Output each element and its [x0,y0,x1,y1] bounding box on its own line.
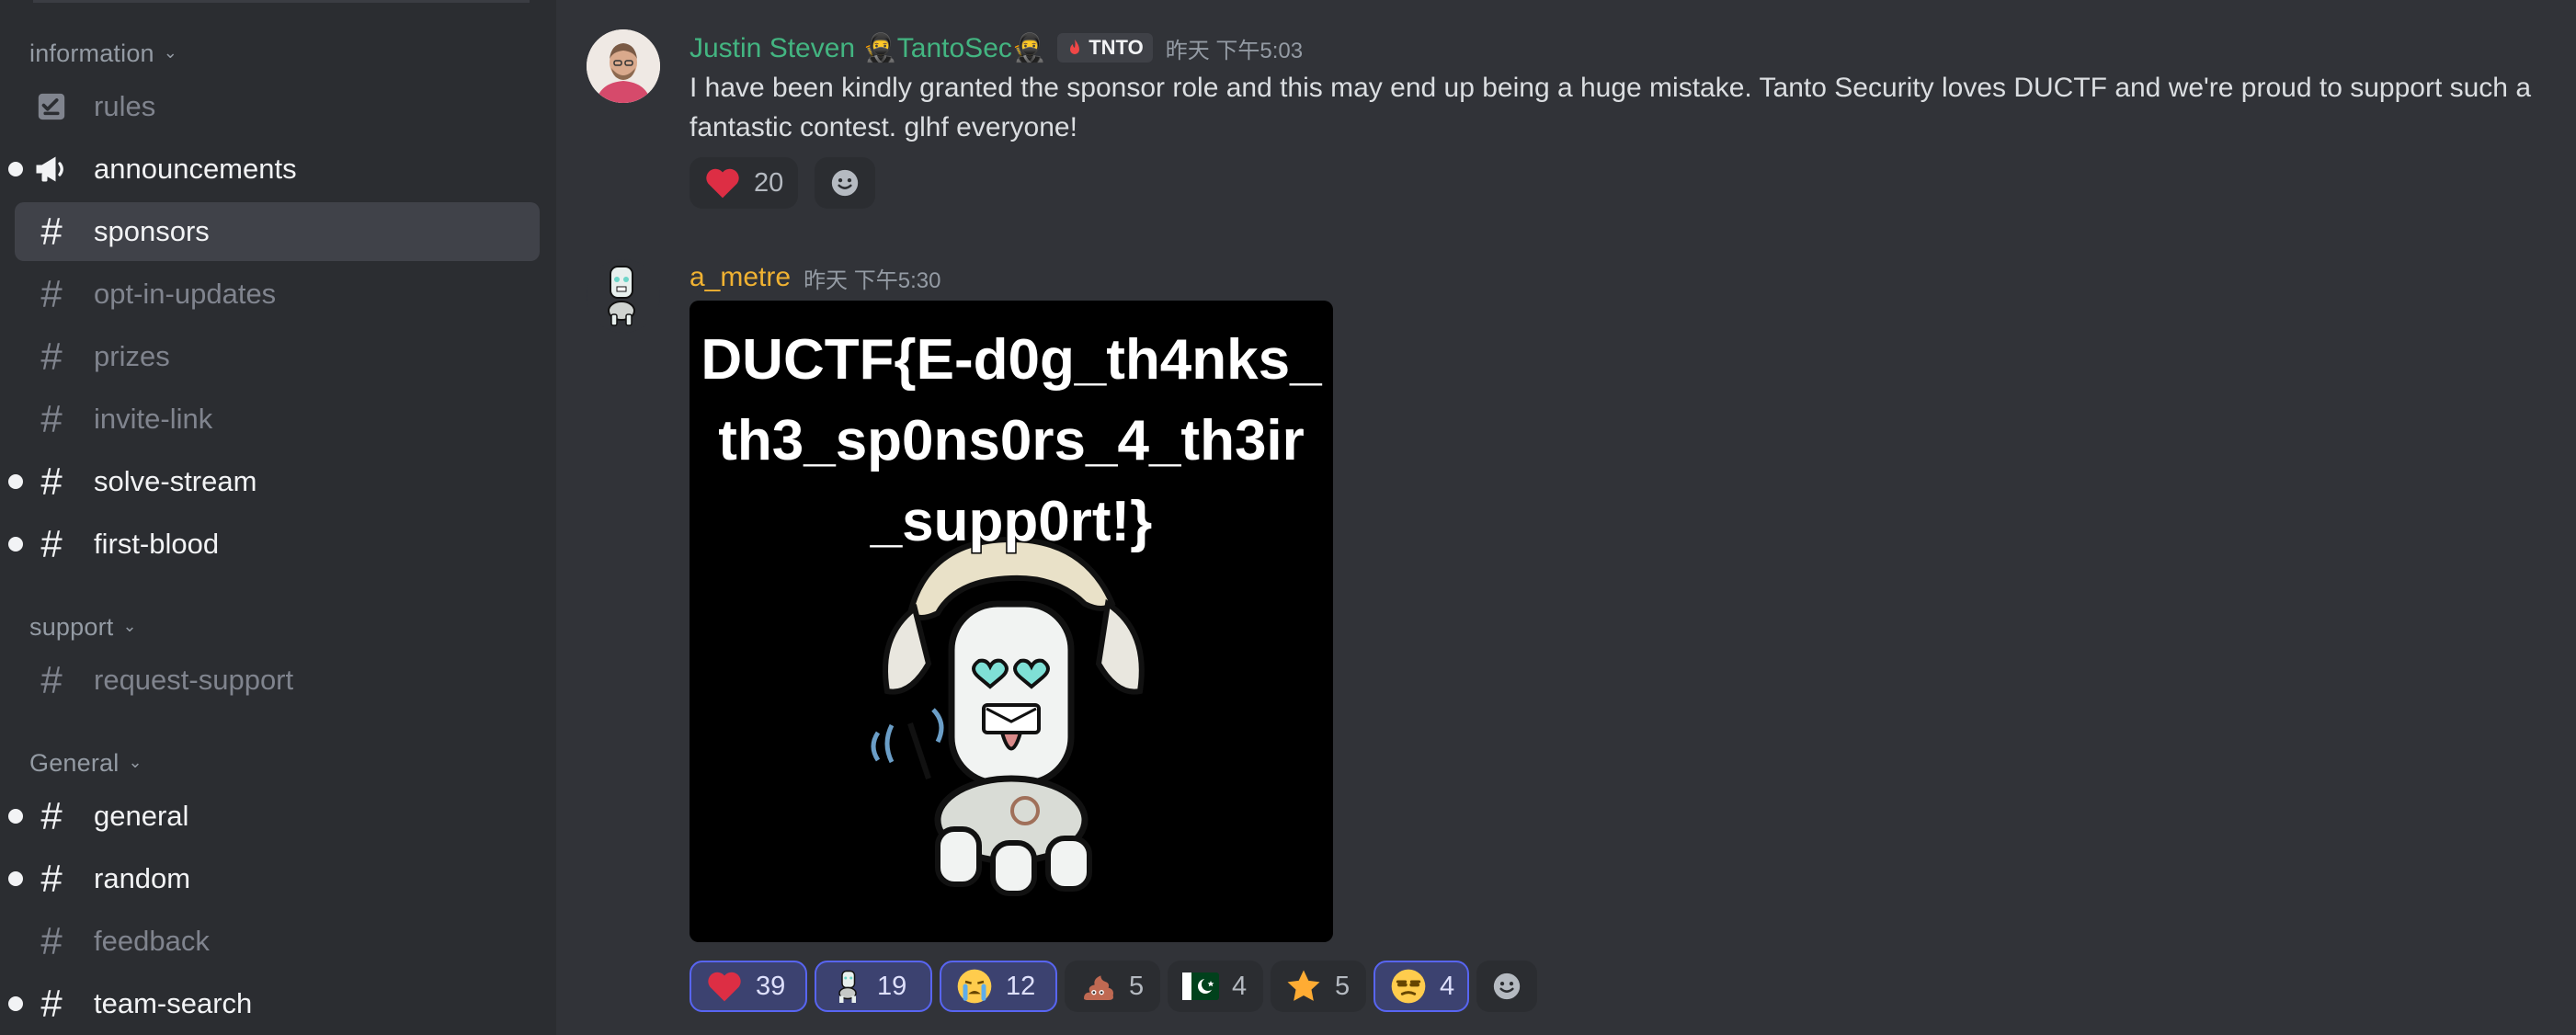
reaction-count: 39 [756,971,786,1001]
category-label: information [29,39,154,67]
heart-icon [704,166,741,199]
channel-label: feedback [94,925,210,957]
sidebar-divider [33,0,530,3]
add-reaction-button[interactable] [815,157,875,209]
channel-label: invite-link [94,403,213,435]
channel-label: opt-in-updates [94,278,277,310]
reaction-poop[interactable]: 5 [1065,961,1160,1012]
channel-solve-stream[interactable]: # solve-stream [8,452,540,511]
unread-indicator [8,162,23,176]
reaction-flag[interactable]: 4 [1168,961,1263,1012]
reaction-robot[interactable]: 19 [815,961,932,1012]
category-label: support [29,612,114,641]
author-name[interactable]: Justin Steven 🥷TantoSec🥷 [690,32,1046,64]
hash-icon: # [40,397,63,440]
timestamp: 昨天 下午5:03 [1165,38,1304,63]
reaction-star[interactable]: 5 [1271,961,1366,1012]
smiley-icon [829,167,861,199]
channel-rules[interactable]: rules [15,77,540,136]
hash-icon: # [40,919,63,962]
channel-sidebar: information ⌄ rules announcements # spon… [0,0,556,1035]
channel-feedback[interactable]: # feedback [15,912,540,971]
channel-label: general [94,800,189,832]
hash-icon: # [40,335,63,378]
hash-icon: # [40,794,63,837]
unread-indicator [8,474,23,489]
category-general[interactable]: General ⌄ [29,746,142,779]
guild-tag[interactable]: TNTO [1057,33,1153,63]
chevron-down-icon: ⌄ [163,42,178,62]
channel-team-search[interactable]: # team-search [8,974,540,1033]
timestamp: 昨天 下午5:30 [804,267,941,293]
hash-icon: # [40,272,63,315]
channel-random[interactable]: # random [8,849,540,908]
channel-prizes[interactable]: # prizes [15,327,540,386]
unread-indicator [8,871,23,886]
reaction-heart[interactable]: 39 [690,961,807,1012]
reaction-count: 5 [1129,971,1145,1001]
channel-sponsors[interactable]: # sponsors [15,202,540,261]
avatar[interactable] [587,259,660,333]
channel-label: announcements [94,153,297,185]
robot-emoji-icon [831,968,864,1005]
unread-indicator [8,809,23,824]
reaction-count: 5 [1335,971,1351,1001]
reaction-count: 4 [1232,971,1248,1001]
channel-label: first-blood [94,528,220,560]
channel-general[interactable]: # general [8,787,540,846]
unread-indicator [8,996,23,1011]
chevron-down-icon: ⌄ [128,752,142,771]
poop-icon [1079,968,1116,1005]
channel-label: prizes [94,340,170,372]
author-name[interactable]: a_metre [690,262,791,293]
flag-text-line: th3_sp0ns0rs_4_th3ir [717,408,1306,474]
message-header: a_metre 昨天 下午5:30 [690,257,940,298]
channel-label: random [94,862,191,894]
fire-icon [1066,39,1083,57]
message-text: I have been kindly granted the sponsor r… [690,73,2531,142]
flag-text-line: _supp0rt!} [869,489,1154,555]
reaction-count: 19 [877,971,907,1001]
star-icon [1285,968,1322,1005]
reaction-heart[interactable]: 20 [690,157,799,209]
crying-face-icon [956,968,993,1005]
hash-icon: # [40,658,63,701]
reaction-count: 20 [754,167,784,198]
channel-label: team-search [94,987,253,1019]
add-reaction-button[interactable] [1476,961,1537,1012]
channel-label: sponsors [94,215,210,247]
smiley-icon [1491,971,1522,1002]
channel-first-blood[interactable]: # first-blood [8,515,540,574]
channel-request-support[interactable]: # request-support [15,651,540,710]
channel-label: request-support [94,664,294,696]
guild-tag-label: TNTO [1089,36,1144,59]
channel-announcements[interactable]: announcements [8,140,540,199]
hash-icon: # [40,522,63,565]
channel-label: rules [94,90,156,122]
unamused-face-icon [1390,968,1427,1005]
channel-label: solve-stream [94,465,257,497]
reaction-crying[interactable]: 12 [940,961,1057,1012]
category-label: General [29,748,120,777]
channel-invite-link[interactable]: # invite-link [15,390,540,449]
reaction-count: 12 [1006,971,1036,1001]
megaphone-icon [31,153,72,186]
hash-icon: # [40,982,63,1025]
category-support[interactable]: support ⌄ [29,610,137,643]
rules-icon [31,91,72,122]
reaction-count: 4 [1440,971,1455,1001]
chevron-down-icon: ⌄ [122,616,137,635]
hash-icon: # [40,460,63,503]
reaction-unamused[interactable]: 4 [1373,961,1469,1012]
channel-opt-in-updates[interactable]: # opt-in-updates [15,265,540,324]
unread-indicator [8,537,23,552]
hash-icon: # [40,210,63,253]
flag-text-line: DUCTF{E-d0g_th4nks_ [700,327,1323,393]
heart-icon [706,970,743,1003]
avatar[interactable] [587,29,660,103]
pakistan-flag-icon [1182,972,1219,1000]
hash-icon: # [40,857,63,900]
message-header: Justin Steven 🥷TantoSec🥷 TNTO 昨天 下午5:03 [690,28,1303,68]
category-information[interactable]: information ⌄ [29,37,177,70]
